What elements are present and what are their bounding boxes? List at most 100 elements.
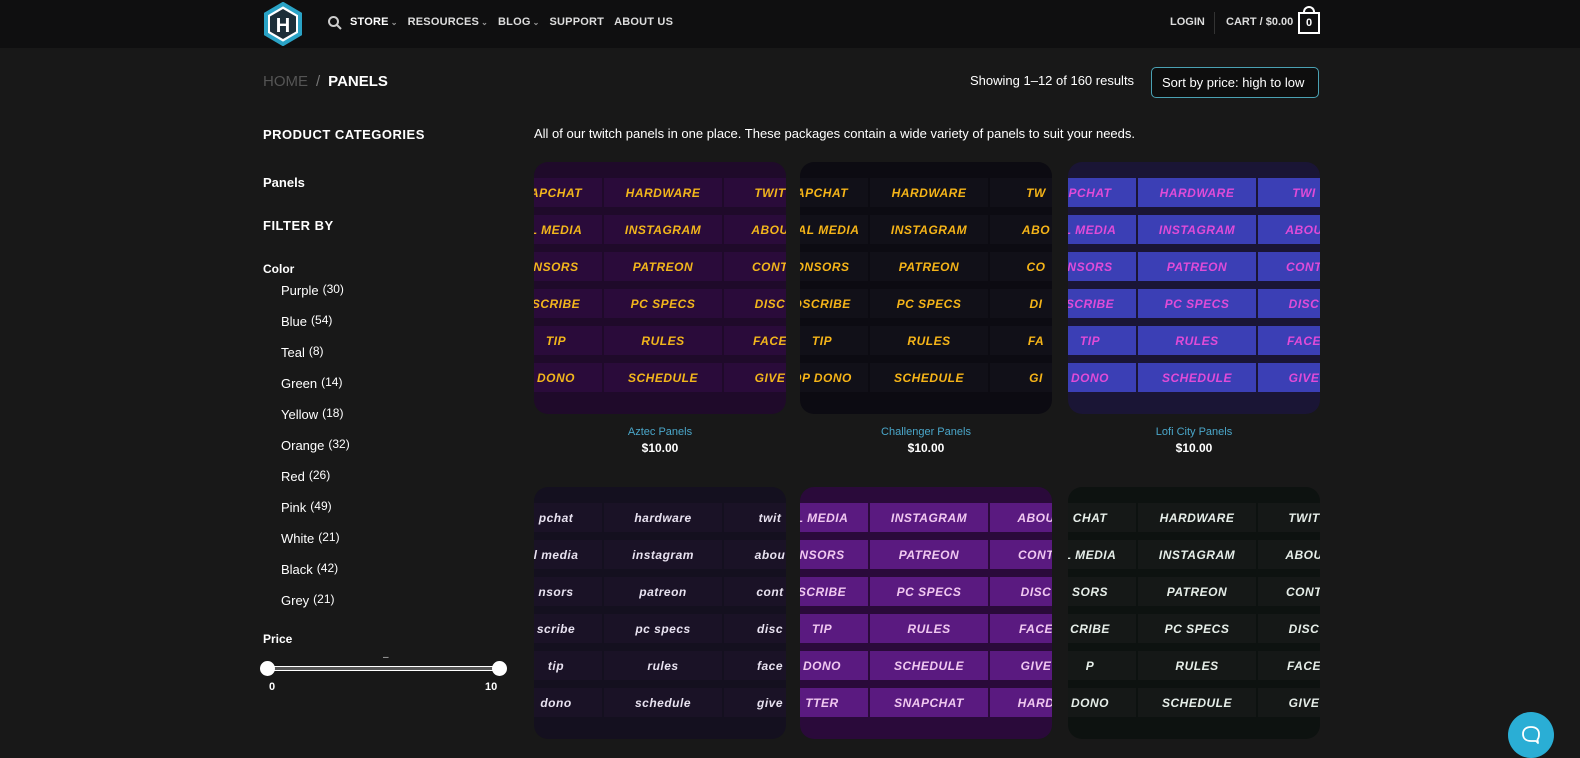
price-slider-max-handle[interactable] [492, 661, 507, 676]
panel-preview-cell: TWIT [1258, 503, 1320, 532]
sort-select[interactable]: Sort by price: high to low [1151, 67, 1319, 98]
panel-preview-cell: HARDWARE [1138, 503, 1256, 532]
panel-preview-cell: NSORS [1068, 252, 1136, 281]
panel-preview-cell: SORS [1068, 577, 1136, 606]
panel-preview-cell: PATREON [1138, 252, 1256, 281]
color-name: Green [281, 376, 318, 391]
panel-preview-grid: APCHAT HARDWARE TWIT L MEDIA INSTAGRAM ABOU NS… [534, 178, 786, 392]
color-name: Blue [281, 314, 308, 329]
chevron-down-icon: ⌄ [481, 17, 488, 27]
panel-preview-cell: HARDWARE [1138, 178, 1256, 207]
panel-preview-cell: PATREON [870, 252, 988, 281]
panel-preview-cell: GIVE [990, 651, 1052, 680]
product-title[interactable]: Lofi City Panels [1068, 426, 1320, 438]
nav-store[interactable]: STORE ⌄ [350, 16, 398, 28]
category-description: All of our twitch panels in one place. T… [534, 126, 1136, 141]
product-card[interactable]: CHAT HARDWARE TWIT L MEDIA INSTAGRAM ABOU SORS… [1068, 487, 1320, 739]
panel-preview-cell: give [724, 688, 786, 717]
panel-preview-cell: TWI [1258, 178, 1320, 207]
cart-link[interactable]: CART / $0.00 [1226, 16, 1293, 28]
color-name: Red [281, 469, 305, 484]
panel-preview-cell: TW [990, 178, 1052, 207]
color-filter-red[interactable]: Red (26) [281, 468, 350, 500]
panel-preview-cell: FA [990, 326, 1052, 355]
nav-blog[interactable]: BLOG ⌄ [498, 16, 539, 28]
panel-preview-cell: twit [724, 503, 786, 532]
search-icon[interactable] [327, 15, 343, 31]
price-slider-track[interactable] [269, 666, 500, 671]
product-thumbnail[interactable]: L MEDIA INSTAGRAM ABOU NSORS PATREON CONT SCRI… [800, 487, 1052, 739]
panel-preview-cell: SNAPCHAT [870, 688, 988, 717]
product-card[interactable]: APCHAT HARDWARE TWIT L MEDIA INSTAGRAM ABOU NS… [534, 162, 786, 455]
panel-preview-cell: CRIBE [1068, 614, 1136, 643]
panel-preview-cell: RULES [870, 326, 988, 355]
color-name: Black [281, 562, 313, 577]
color-filter-yellow[interactable]: Yellow (18) [281, 406, 350, 438]
panel-preview-cell: ABOU [1258, 215, 1320, 244]
price-slider: – 0 10 [260, 652, 507, 693]
color-name: Orange [281, 438, 325, 453]
color-filter-teal[interactable]: Teal (8) [281, 344, 350, 376]
breadcrumb-home[interactable]: HOME [263, 73, 308, 90]
color-filter-purple[interactable]: Purple (30) [281, 282, 350, 314]
chat-widget-button[interactable] [1508, 712, 1554, 758]
nav-about-us[interactable]: ABOUT US [614, 16, 673, 28]
panel-preview-cell: FACE [990, 614, 1052, 643]
product-card[interactable]: L MEDIA INSTAGRAM ABOU NSORS PATREON CONT SCRI… [800, 487, 1052, 739]
color-filter-black[interactable]: Black (42) [281, 561, 350, 593]
panel-preview-cell: l media [534, 540, 602, 569]
product-card[interactable]: pchat hardware twit l media instagram abou nso… [534, 487, 786, 739]
panel-preview-cell: TTER [800, 688, 868, 717]
color-filter-orange[interactable]: Orange (32) [281, 437, 350, 469]
panel-preview-cell: CHAT [1068, 503, 1136, 532]
color-filter-white[interactable]: White (21) [281, 530, 350, 562]
panel-preview-cell: ONSORS [800, 252, 868, 281]
color-count: (14) [321, 375, 343, 389]
login-link[interactable]: LOGIN [1170, 16, 1205, 28]
product-price: $10.00 [1175, 441, 1213, 455]
product-card[interactable]: APCHATHARDWARETW CIAL MEDIAINSTAGRAMABO ON… [800, 162, 1052, 455]
color-filter-list: Purple (30) Blue (54) Teal (8) Green (14) Ye… [281, 282, 350, 624]
color-heading: Color [263, 262, 295, 276]
panel-preview-cell: PATREON [604, 252, 722, 281]
nav-resources-label: RESOURCES [407, 16, 480, 28]
nav-blog-label: BLOG [498, 16, 531, 28]
logo-icon[interactable]: H [263, 2, 303, 46]
color-count: (21) [318, 530, 340, 544]
color-filter-pink[interactable]: Pink (49) [281, 499, 350, 531]
product-card[interactable]: PCHAT HARDWARE TWI L MEDIA INSTAGRAM ABOU NSOR… [1068, 162, 1320, 455]
panel-preview-cell: RULES [870, 614, 988, 643]
panel-preview-cell: CONT [1258, 252, 1320, 281]
color-filter-blue[interactable]: Blue (54) [281, 313, 350, 345]
cart-count-badge[interactable]: 0 [1298, 12, 1320, 34]
panel-preview-cell: INSTAGRAM [604, 215, 722, 244]
panel-preview-cell: SCHEDULE [1138, 688, 1256, 717]
nav-support[interactable]: SUPPORT [549, 16, 604, 28]
svg-text:H: H [276, 15, 290, 37]
product-title[interactable]: Challenger Panels [800, 426, 1052, 438]
product-thumbnail[interactable]: APCHAT HARDWARE TWIT L MEDIA INSTAGRAM ABOU NS… [534, 162, 786, 414]
price-slider-min-handle[interactable] [260, 661, 275, 676]
panel-preview-cell: DI [990, 289, 1052, 318]
main-nav: STORE ⌄ RESOURCES ⌄ BLOG ⌄ SUPPORT ABOUT US [350, 0, 683, 44]
category-panels-link[interactable]: Panels [263, 175, 305, 190]
product-thumbnail[interactable]: APCHATHARDWARETW CIAL MEDIAINSTAGRAMABO ON… [800, 162, 1052, 414]
nav-resources[interactable]: RESOURCES ⌄ [408, 16, 488, 28]
product-thumbnail[interactable]: PCHAT HARDWARE TWI L MEDIA INSTAGRAM ABOU NSOR… [1068, 162, 1320, 414]
panel-preview-cell: TIP [800, 326, 868, 355]
product-title[interactable]: Aztec Panels [534, 426, 786, 438]
color-filter-green[interactable]: Green (14) [281, 375, 350, 407]
panel-preview-grid: CHAT HARDWARE TWIT L MEDIA INSTAGRAM ABOU SORS… [1068, 503, 1320, 717]
panel-preview-cell: TWIT [724, 178, 786, 207]
nav-store-label: STORE [350, 16, 389, 28]
product-thumbnail[interactable]: CHAT HARDWARE TWIT L MEDIA INSTAGRAM ABOU SORS… [1068, 487, 1320, 739]
panel-preview-cell: rules [604, 651, 722, 680]
panel-preview-cell: INSTAGRAM [1138, 215, 1256, 244]
color-count: (42) [316, 561, 339, 575]
panel-preview-cell: CO [990, 252, 1052, 281]
color-filter-grey[interactable]: Grey (21) [281, 592, 350, 624]
product-thumbnail[interactable]: pchat hardware twit l media instagram abou nso… [534, 487, 786, 739]
color-count: (30) [322, 282, 344, 296]
panel-preview-cell: INSTAGRAM [870, 215, 988, 244]
panel-preview-cell: PATREON [1138, 577, 1256, 606]
